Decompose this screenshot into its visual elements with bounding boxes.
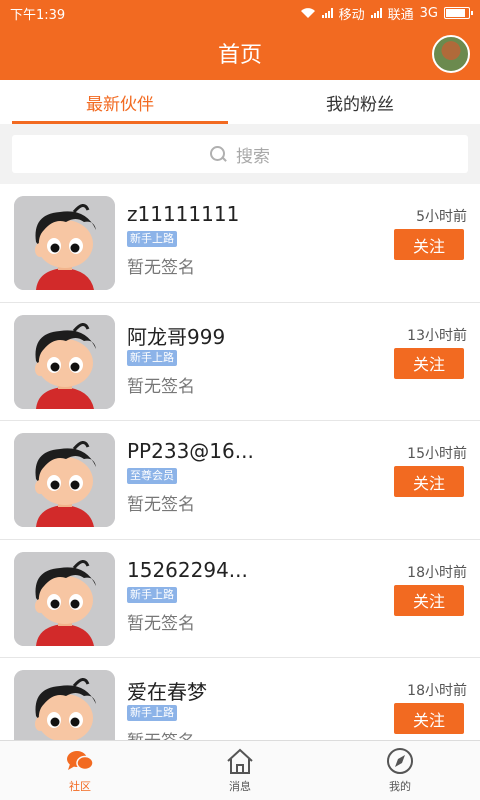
join-time: 5小时前 [416, 209, 467, 225]
user-name[interactable]: z11111111 [127, 202, 239, 226]
join-time: 15小时前 [407, 446, 467, 462]
search-container: 搜索 [0, 124, 480, 184]
user-level-badge: 新手上路 [127, 231, 177, 247]
follow-button[interactable]: 关注 [394, 584, 464, 616]
user-avatar[interactable] [14, 670, 115, 740]
battery-icon [444, 7, 473, 19]
follow-button[interactable]: 关注 [394, 466, 464, 497]
cartoon-avatar-image [14, 670, 115, 740]
user-avatar[interactable] [14, 314, 115, 409]
user-level-badge: 新手上路 [127, 586, 177, 603]
follow-button[interactable]: 关注 [394, 703, 464, 734]
follow-button[interactable]: 关注 [394, 347, 464, 379]
search-input[interactable]: 搜索 [12, 135, 468, 173]
chat-bubbles-icon [67, 751, 94, 771]
status-bar: 下午1:39 移动 联通 3G [0, 0, 480, 26]
nav-mine-label: 我的 [389, 780, 411, 793]
user-signature: 暂无签名 [127, 495, 195, 515]
search-icon [210, 146, 226, 162]
app-header: 首页 [0, 26, 480, 80]
user-avatar[interactable] [14, 551, 115, 646]
nav-messages-label: 消息 [229, 780, 251, 793]
profile-avatar[interactable] [432, 35, 470, 73]
user-signature: 暂无签名 [127, 376, 195, 397]
home-icon [227, 748, 253, 774]
user-name[interactable]: PP233@16... [127, 439, 254, 463]
user-name[interactable]: 阿龙哥999 [127, 321, 225, 350]
user-level-badge: 至尊会员 [127, 468, 177, 484]
nav-community[interactable]: 社区 [0, 741, 160, 800]
user-name[interactable]: 爱在春梦 [127, 676, 207, 705]
signal-icon-1 [321, 8, 333, 18]
tab-newest-partners[interactable]: 最新伙伴 [0, 80, 240, 124]
join-time: 13小时前 [407, 327, 467, 344]
join-time: 18小时前 [407, 564, 467, 581]
compass-icon [387, 748, 413, 774]
list-item[interactable]: z11111111 新手上路 暂无签名 5小时前 关注 [0, 184, 480, 303]
user-signature: 暂无签名 [127, 727, 195, 740]
list-item[interactable]: 15262294... 新手上路 暂无签名 18小时前 关注 [0, 539, 480, 658]
list-item[interactable]: 阿龙哥999 新手上路 暂无签名 13小时前 关注 [0, 302, 480, 421]
nav-community-label: 社区 [69, 780, 91, 793]
page-title: 首页 [217, 43, 262, 68]
nav-messages[interactable]: 消息 [160, 741, 320, 800]
cartoon-avatar-image [14, 196, 115, 290]
list-item[interactable]: 爱在春梦 新手上路 暂无签名 18小时前 关注 [0, 658, 480, 740]
search-placeholder: 搜索 [236, 146, 270, 167]
user-level-badge: 新手上路 [127, 349, 177, 366]
cartoon-avatar-image [14, 433, 115, 527]
user-signature: 暂无签名 [127, 613, 195, 634]
cartoon-avatar-image [14, 314, 115, 409]
wifi-icon [300, 7, 316, 19]
user-list[interactable]: z11111111 新手上路 暂无签名 5小时前 关注 阿龙哥999 新手上路 … [0, 184, 480, 740]
user-signature: 暂无签名 [127, 258, 195, 278]
network-type: 3G [419, 5, 438, 21]
nav-mine[interactable]: 我的 [320, 741, 480, 800]
bottom-nav: 社区 消息 我的 [0, 740, 480, 800]
tab-bar: 最新伙伴 我的粉丝 [0, 80, 480, 124]
join-time: 18小时前 [407, 683, 467, 699]
user-avatar[interactable] [14, 196, 115, 290]
cartoon-avatar-image [14, 551, 115, 646]
signal-icon-2 [370, 8, 382, 18]
carrier-2: 联通 [387, 7, 414, 23]
user-level-badge: 新手上路 [127, 705, 177, 721]
user-avatar[interactable] [14, 433, 115, 527]
follow-button[interactable]: 关注 [394, 229, 464, 260]
list-item[interactable]: PP233@16... 至尊会员 暂无签名 15小时前 关注 [0, 421, 480, 540]
user-name[interactable]: 15262294... [127, 558, 248, 582]
carrier-1: 移动 [338, 7, 365, 23]
status-time: 下午1:39 [10, 7, 66, 23]
tab-my-fans[interactable]: 我的粉丝 [240, 80, 480, 124]
